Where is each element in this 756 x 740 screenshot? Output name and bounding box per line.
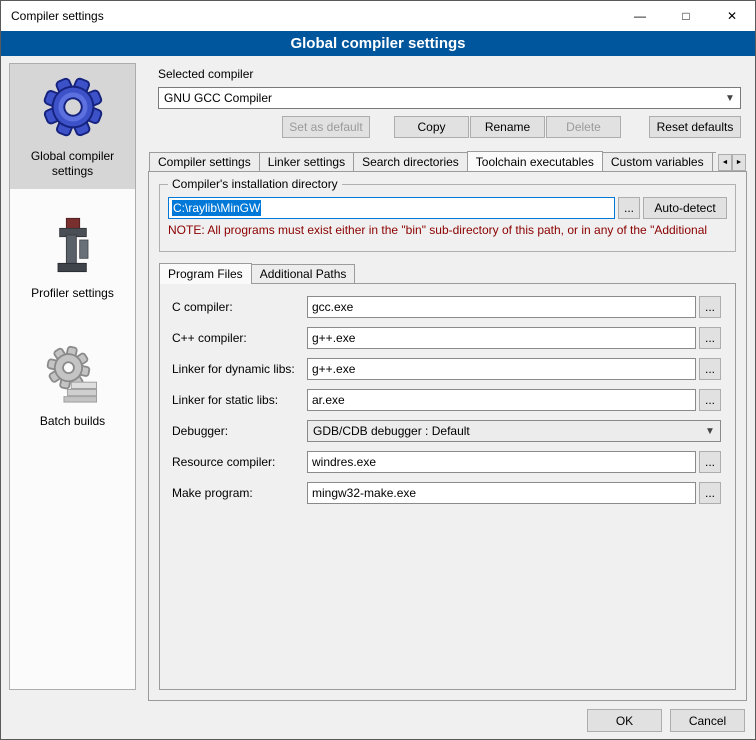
profiler-icon (46, 215, 100, 278)
window-title: Compiler settings (1, 9, 104, 23)
resource-compiler-input[interactable]: windres.exe (307, 451, 696, 473)
program-files-panel: C compiler: gcc.exe ... C++ compiler: g+… (159, 283, 736, 690)
sidebar-item-label: Global compiler settings (14, 149, 131, 179)
tab-strip: Compiler settings Linker settings Search… (149, 150, 746, 171)
field-row-make-program: Make program: mingw32-make.exe ... (172, 482, 721, 504)
page-title: Global compiler settings (1, 31, 755, 56)
reset-defaults-button[interactable]: Reset defaults (649, 116, 741, 138)
tab-toolchain-executables[interactable]: Toolchain executables (467, 151, 603, 171)
c-compiler-input[interactable]: gcc.exe (307, 296, 696, 318)
field-label: Make program: (172, 486, 307, 500)
field-label: C++ compiler: (172, 331, 307, 345)
chevron-down-icon: ▼ (702, 426, 718, 437)
tab-program-files[interactable]: Program Files (159, 263, 252, 284)
browse-make-program-button[interactable]: ... (699, 482, 721, 504)
tab-linker-settings[interactable]: Linker settings (259, 152, 354, 171)
browse-dynamic-linker-button[interactable]: ... (699, 358, 721, 380)
selected-compiler-label: Selected compiler (158, 67, 253, 81)
delete-button[interactable]: Delete (546, 116, 621, 138)
tab-additional-paths[interactable]: Additional Paths (251, 264, 356, 283)
field-label: C compiler: (172, 300, 307, 314)
ok-button[interactable]: OK (587, 709, 662, 732)
compiler-select[interactable]: GNU GCC Compiler ▼ (158, 87, 741, 109)
field-value: gcc.exe (312, 300, 353, 314)
static-linker-input[interactable]: ar.exe (307, 389, 696, 411)
field-label: Linker for static libs: (172, 393, 307, 407)
maximize-button[interactable]: □ (663, 1, 709, 31)
compiler-select-value: GNU GCC Compiler (164, 91, 722, 105)
copy-button[interactable]: Copy (394, 116, 469, 138)
tab-compiler-settings[interactable]: Compiler settings (149, 152, 260, 171)
field-row-static-linker: Linker for static libs: ar.exe ... (172, 389, 721, 411)
sidebar-item-batch-builds[interactable]: Batch builds (10, 333, 135, 439)
tab-scroll-buttons: ◄ ► (718, 154, 746, 171)
field-value: mingw32-make.exe (312, 486, 416, 500)
field-row-c-compiler: C compiler: gcc.exe ... (172, 296, 721, 318)
main-area: Selected compiler GNU GCC Compiler ▼ Set… (147, 63, 748, 701)
minimize-button[interactable]: — (617, 1, 663, 31)
sidebar-item-label: Profiler settings (31, 286, 114, 301)
toolchain-panel: Compiler's installation directory C:\ray… (148, 171, 747, 701)
browse-directory-button[interactable]: ... (618, 197, 640, 219)
browse-resource-compiler-button[interactable]: ... (699, 451, 721, 473)
auto-detect-button[interactable]: Auto-detect (643, 197, 727, 219)
bin-subdirectory-note: NOTE: All programs must exist either in … (168, 223, 727, 237)
field-label: Linker for dynamic libs: (172, 362, 307, 376)
tab-scroll-right-icon[interactable]: ► (732, 154, 746, 171)
field-row-cpp-compiler: C++ compiler: g++.exe ... (172, 327, 721, 349)
installation-directory-group: Compiler's installation directory C:\ray… (159, 184, 736, 252)
chevron-down-icon: ▼ (722, 93, 738, 104)
sidebar-item-global-compiler-settings[interactable]: Global compiler settings (10, 64, 135, 189)
sub-tab-strip: Program Files Additional Paths (159, 262, 736, 283)
gear-gray-icon (44, 345, 102, 406)
rename-button[interactable]: Rename (470, 116, 545, 138)
debugger-select-value: GDB/CDB debugger : Default (313, 424, 702, 438)
field-value: windres.exe (312, 455, 376, 469)
sidebar: Global compiler settings Profiler settin… (9, 63, 136, 690)
tab-custom-variables[interactable]: Custom variables (602, 152, 713, 171)
installation-directory-label: Compiler's installation directory (168, 177, 342, 191)
browse-c-compiler-button[interactable]: ... (699, 296, 721, 318)
installation-directory-input[interactable]: C:\raylib\MinGW (168, 197, 615, 219)
title-bar[interactable]: Compiler settings — □ ✕ (1, 1, 755, 31)
browse-static-linker-button[interactable]: ... (699, 389, 721, 411)
field-label: Resource compiler: (172, 455, 307, 469)
debugger-select[interactable]: GDB/CDB debugger : Default ▼ (307, 420, 721, 442)
dynamic-linker-input[interactable]: g++.exe (307, 358, 696, 380)
gear-blue-icon (42, 76, 104, 141)
installation-directory-row: C:\raylib\MinGW ... Auto-detect (168, 197, 727, 219)
tab-search-directories[interactable]: Search directories (353, 152, 468, 171)
installation-directory-value: C:\raylib\MinGW (172, 200, 261, 216)
compiler-actions: Set as default Copy Rename Delete Reset … (158, 116, 741, 138)
field-row-resource-compiler: Resource compiler: windres.exe ... (172, 451, 721, 473)
sidebar-item-label: Batch builds (40, 414, 105, 429)
tabs: Compiler settings Linker settings Search… (149, 151, 716, 171)
sidebar-item-profiler-settings[interactable]: Profiler settings (10, 203, 135, 311)
tab-build-options[interactable]: Build options (712, 152, 716, 171)
compiler-settings-dialog: Compiler settings — □ ✕ Global compiler … (0, 0, 756, 740)
field-value: g++.exe (312, 362, 355, 376)
cpp-compiler-input[interactable]: g++.exe (307, 327, 696, 349)
browse-cpp-compiler-button[interactable]: ... (699, 327, 721, 349)
caption-buttons: — □ ✕ (617, 1, 755, 31)
close-button[interactable]: ✕ (709, 1, 755, 31)
field-value: ar.exe (312, 393, 345, 407)
set-as-default-button[interactable]: Set as default (282, 116, 370, 138)
field-row-dynamic-linker: Linker for dynamic libs: g++.exe ... (172, 358, 721, 380)
field-row-debugger: Debugger: GDB/CDB debugger : Default ▼ (172, 420, 721, 442)
field-label: Debugger: (172, 424, 307, 438)
field-value: g++.exe (312, 331, 355, 345)
tab-scroll-left-icon[interactable]: ◄ (718, 154, 732, 171)
make-program-input[interactable]: mingw32-make.exe (307, 482, 696, 504)
cancel-button[interactable]: Cancel (670, 709, 745, 732)
